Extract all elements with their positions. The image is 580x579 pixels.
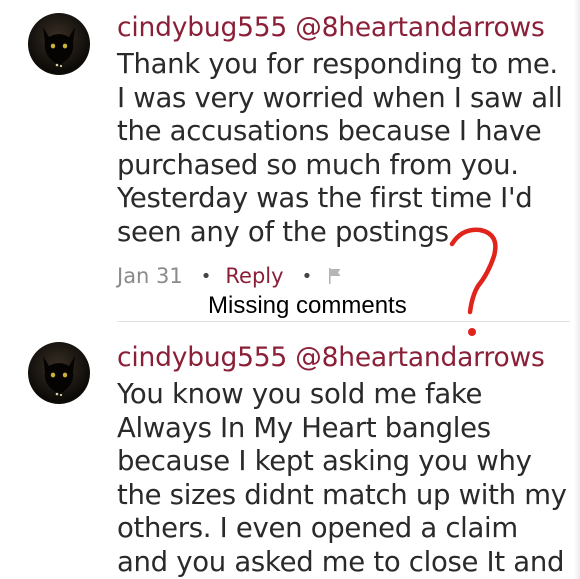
comment-author-handle[interactable]: cindybug555 @8heartandarrows <box>117 342 545 373</box>
separator-dot: • <box>301 265 313 287</box>
separator-dot: • <box>200 265 212 287</box>
cat-avatar-icon <box>43 356 75 397</box>
comment-date: Jan 31 <box>117 264 183 288</box>
comment-line: others. I even opened a claim <box>117 512 518 544</box>
comment-line: because I kept asking you why <box>117 445 532 477</box>
comment-line: I was very worried when I saw all <box>117 81 563 114</box>
comment-line: seen any of the postings <box>117 215 449 248</box>
comment-line: Thank you for responding to me. <box>117 48 558 80</box>
reply-button[interactable]: Reply <box>225 264 283 288</box>
comment-line: You know you sold me fake <box>117 378 483 410</box>
comment-2: cindybug555 @8heartandarrows You know yo… <box>0 322 580 579</box>
avatar[interactable] <box>28 13 90 75</box>
missing-comments-annotation: Missing comments <box>208 292 407 319</box>
comment-line: purchased so much from you. <box>117 148 519 181</box>
cat-avatar-icon <box>43 27 75 68</box>
screen-edge <box>574 0 580 579</box>
comment-line: the sizes didnt match up with my <box>117 478 567 511</box>
comment-meta: Jan 31 • Reply • <box>117 264 342 288</box>
comment-line: Yesterday was the first time I'd <box>117 182 533 214</box>
comment-body: Thank you for responding to me. I was ve… <box>117 48 567 249</box>
comment-line: Always In My Heart bangles <box>117 411 491 444</box>
avatar[interactable] <box>28 342 90 404</box>
comment-author-handle[interactable]: cindybug555 @8heartandarrows <box>117 12 545 43</box>
comment-line: and you asked me to close It and <box>117 545 565 578</box>
flag-icon[interactable] <box>328 267 342 285</box>
comment-line: the accusations because I have <box>117 115 542 147</box>
comment-body: You know you sold me fake Always In My H… <box>117 378 567 579</box>
